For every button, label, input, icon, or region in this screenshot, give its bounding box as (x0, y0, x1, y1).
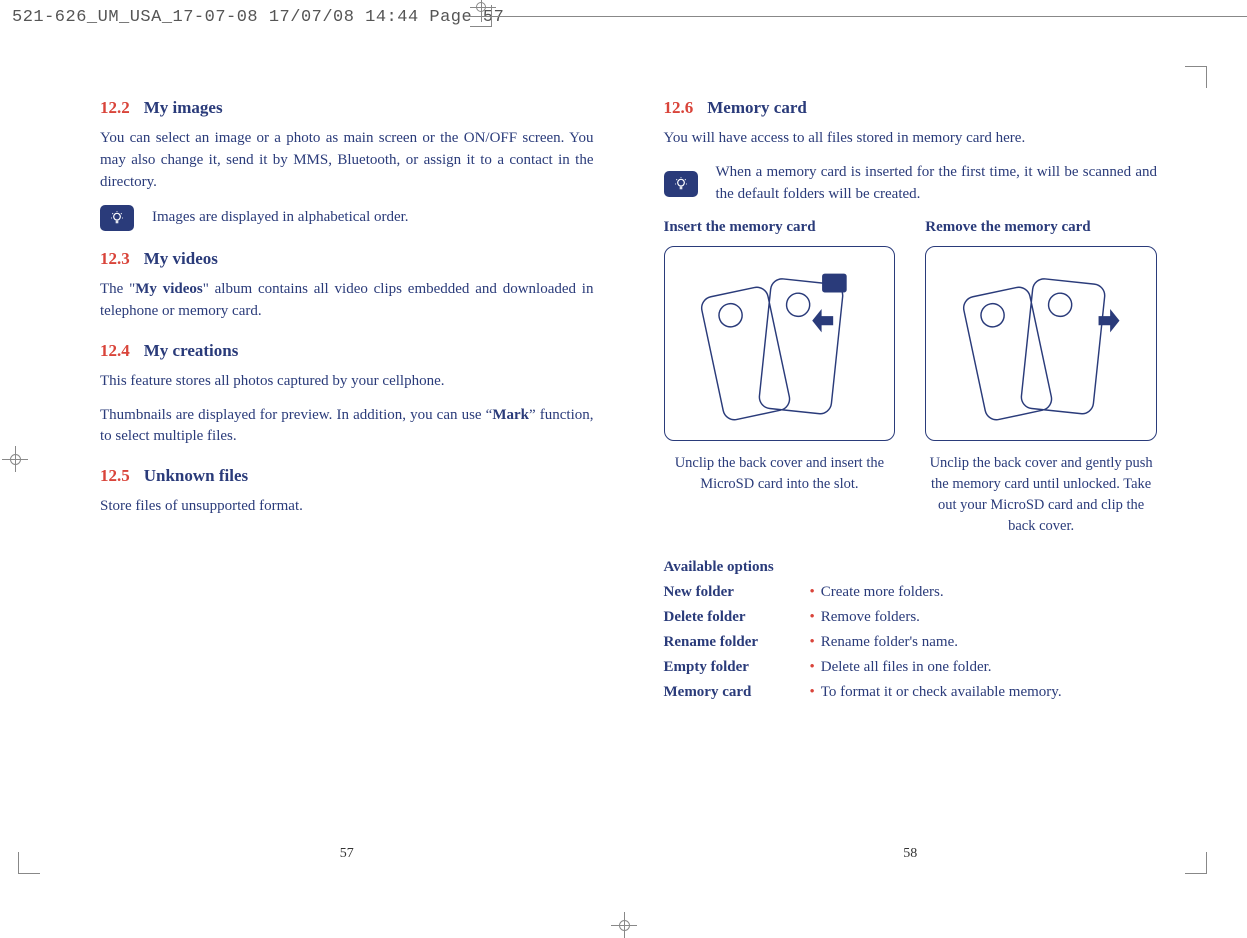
opt-label: Rename folder (664, 634, 804, 651)
available-options-title: Available options (664, 559, 1158, 576)
insert-title: Insert the memory card (664, 219, 896, 236)
opt-label: Delete folder (664, 609, 804, 626)
opt-label: Empty folder (664, 659, 804, 676)
crop-mark-bl (18, 852, 40, 874)
tip-text-12-2: Images are displayed in alphabetical ord… (152, 207, 594, 229)
insert-illustration (664, 246, 896, 441)
remove-caption: Unclip the back cover and gently push th… (925, 453, 1157, 537)
page-left: 12.2My images You can select an image or… (100, 80, 594, 862)
tip-text-12-6: When a memory card is inserted for the f… (716, 162, 1158, 206)
opt-desc: •Remove folders. (810, 609, 1158, 626)
header-line (465, 16, 1247, 17)
page-right: 12.6Memory card You will have access to … (664, 80, 1158, 862)
remove-column: Remove the memory card Unclip the back c… (925, 219, 1157, 537)
opt-desc: •Rename folder's name. (810, 634, 1158, 651)
remove-title: Remove the memory card (925, 219, 1157, 236)
remove-illustration (925, 246, 1157, 441)
crop-mark-br (1185, 852, 1207, 874)
opt-desc: •Create more folders. (810, 584, 1158, 601)
print-header: 521-626_UM_USA_17-07-08 17/07/08 14:44 P… (12, 8, 504, 27)
opt-desc: •To format it or check available memory. (810, 684, 1158, 701)
heading-12-5: 12.5Unknown files (100, 466, 594, 486)
tip-12-6: When a memory card is inserted for the f… (664, 162, 1158, 206)
insert-caption: Unclip the back cover and insert the Mic… (664, 453, 896, 495)
page-number-right: 58 (664, 846, 1158, 862)
opt-label: Memory card (664, 684, 804, 701)
para-12-2: You can select an image or a photo as ma… (100, 128, 594, 193)
tip-12-2: Images are displayed in alphabetical ord… (100, 205, 594, 231)
opt-label: New folder (664, 584, 804, 601)
para-12-4-2: Thumbnails are displayed for preview. In… (100, 405, 594, 449)
insert-column: Insert the memory card Unclip the back c… (664, 219, 896, 537)
para-12-5: Store files of unsupported format. (100, 496, 594, 518)
heading-12-2: 12.2My images (100, 98, 594, 118)
para-12-3: The "My videos" album contains all video… (100, 279, 594, 323)
page-spread: 12.2My images You can select an image or… (100, 80, 1157, 862)
heading-12-3: 12.3My videos (100, 249, 594, 269)
lightbulb-icon (664, 171, 698, 197)
registration-mark-top (474, 0, 488, 14)
crop-mark-tr (1185, 66, 1207, 88)
opt-desc: •Delete all files in one folder. (810, 659, 1158, 676)
heading-12-4: 12.4My creations (100, 341, 594, 361)
para-12-4-1: This feature stores all photos captured … (100, 371, 594, 393)
lightbulb-icon (100, 205, 134, 231)
memory-card-columns: Insert the memory card Unclip the back c… (664, 219, 1158, 537)
heading-12-6: 12.6Memory card (664, 98, 1158, 118)
available-options-list: New folder •Create more folders. Delete … (664, 584, 1158, 701)
para-12-6: You will have access to all files stored… (664, 128, 1158, 150)
page-number-left: 57 (100, 846, 594, 862)
